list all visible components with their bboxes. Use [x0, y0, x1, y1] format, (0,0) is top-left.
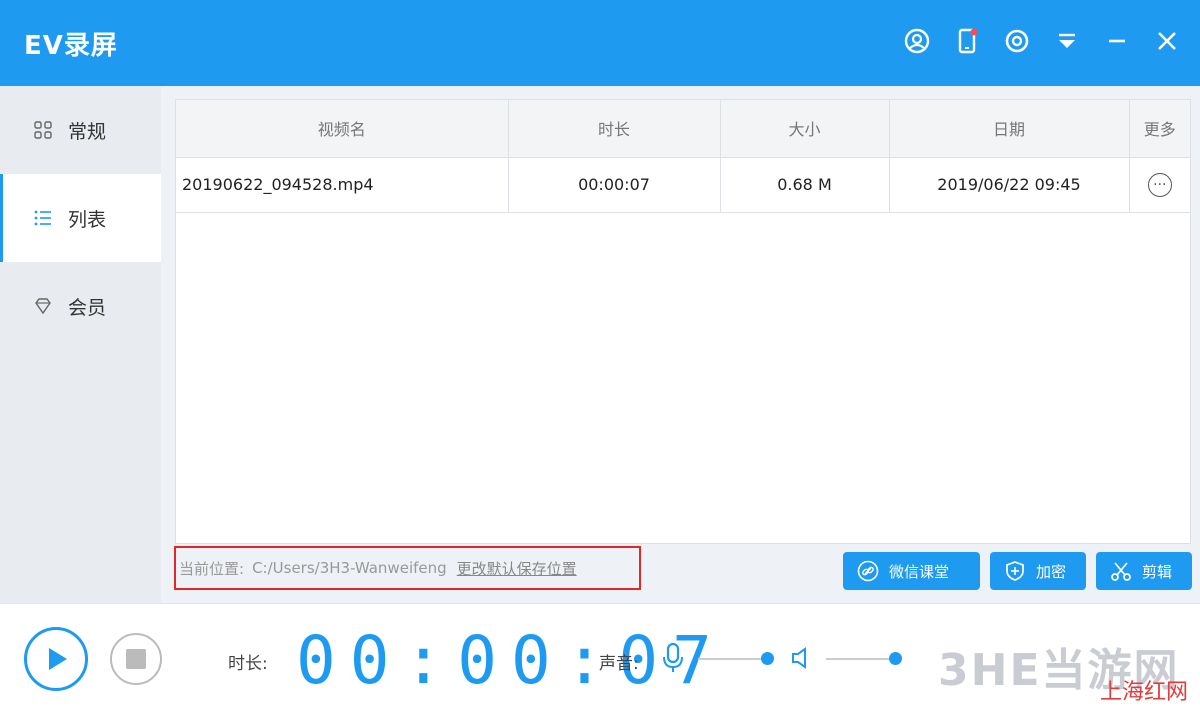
cell-duration: 00:00:07 — [508, 157, 721, 213]
minimize-icon[interactable] — [1102, 26, 1132, 56]
speaker-volume-slider[interactable] — [826, 652, 902, 665]
column-header-name[interactable]: 视频名 — [176, 100, 509, 158]
encrypt-button[interactable]: 加密 — [990, 552, 1086, 590]
sidebar-item-list[interactable]: 列表 — [0, 174, 161, 262]
sidebar: 常规 列表 会员 — [0, 86, 161, 603]
cell-date: 2019/06/22 09:45 — [889, 157, 1130, 213]
recording-control-bar: 时长: 00:00:07 声音: 3HE当游网 上海红网 — [0, 603, 1200, 710]
cut-label: 剪辑 — [1142, 562, 1173, 581]
grid-icon — [34, 121, 52, 139]
column-header-duration[interactable]: 时长 — [508, 100, 721, 158]
column-header-date[interactable]: 日期 — [889, 100, 1130, 158]
table-row[interactable]: 20190622_094528.mp4 00:00:07 0.68 M 2019… — [176, 157, 1190, 213]
cell-more: ··· — [1129, 157, 1190, 213]
more-options-button[interactable]: ··· — [1147, 172, 1172, 197]
action-buttons: 微信课堂 加密 剪辑 — [843, 552, 1192, 590]
settings-icon[interactable] — [1002, 26, 1032, 56]
sidebar-item-general[interactable]: 常规 — [0, 86, 161, 174]
sidebar-item-label: 常规 — [68, 120, 107, 143]
save-location-path: C:/Users/3H3-Wanweifeng — [252, 559, 447, 577]
video-list-panel: 视频名 时长 大小 日期 更多 20190622_094528.mp4 00:0… — [175, 99, 1191, 544]
mobile-icon[interactable] — [952, 26, 982, 56]
speaker-icon[interactable] — [790, 646, 812, 670]
play-icon — [49, 648, 67, 670]
wechat-class-button[interactable]: 微信课堂 — [843, 552, 980, 590]
table-header-row: 视频名 时长 大小 日期 更多 — [176, 100, 1190, 158]
stop-icon — [126, 649, 146, 669]
sidebar-item-label: 列表 — [68, 208, 107, 231]
dropdown-icon[interactable] — [1052, 26, 1082, 56]
link-icon — [857, 560, 879, 582]
wechat-class-label: 微信课堂 — [889, 562, 950, 581]
cell-video-name[interactable]: 20190622_094528.mp4 — [176, 157, 509, 213]
sidebar-item-label: 会员 — [68, 296, 107, 319]
microphone-icon[interactable] — [660, 642, 686, 674]
list-icon — [34, 209, 52, 227]
app-title: EV录屏 — [24, 30, 118, 61]
title-icons — [902, 26, 1182, 56]
diamond-icon — [34, 297, 52, 315]
record-stop-button[interactable] — [110, 633, 162, 685]
speaker-volume-knob[interactable] — [889, 652, 902, 665]
microphone-volume-knob[interactable] — [761, 652, 774, 665]
save-location-label: 当前位置: — [179, 559, 245, 578]
encrypt-label: 加密 — [1036, 562, 1067, 581]
column-header-more: 更多 — [1129, 100, 1190, 158]
microphone-volume-slider[interactable] — [698, 652, 774, 665]
column-header-size[interactable]: 大小 — [720, 100, 890, 158]
watermark-sub: 上海红网 — [1100, 680, 1189, 705]
sound-label: 声音: — [599, 654, 639, 674]
change-save-location-link[interactable]: 更改默认保存位置 — [457, 558, 577, 579]
cell-size: 0.68 M — [720, 157, 890, 213]
title-bar: EV录屏 — [0, 0, 1200, 86]
close-icon[interactable] — [1152, 26, 1182, 56]
save-location-bar: 当前位置: C:/Users/3H3-Wanweifeng 更改默认保存位置 — [174, 546, 641, 590]
shield-icon — [1004, 560, 1026, 582]
scissors-icon — [1110, 560, 1132, 582]
duration-label: 时长: — [228, 654, 268, 674]
record-start-button[interactable] — [24, 627, 88, 691]
cut-button[interactable]: 剪辑 — [1096, 552, 1192, 590]
sidebar-item-member[interactable]: 会员 — [0, 262, 161, 350]
video-table: 视频名 时长 大小 日期 更多 20190622_094528.mp4 00:0… — [176, 100, 1190, 213]
user-icon[interactable] — [902, 26, 932, 56]
